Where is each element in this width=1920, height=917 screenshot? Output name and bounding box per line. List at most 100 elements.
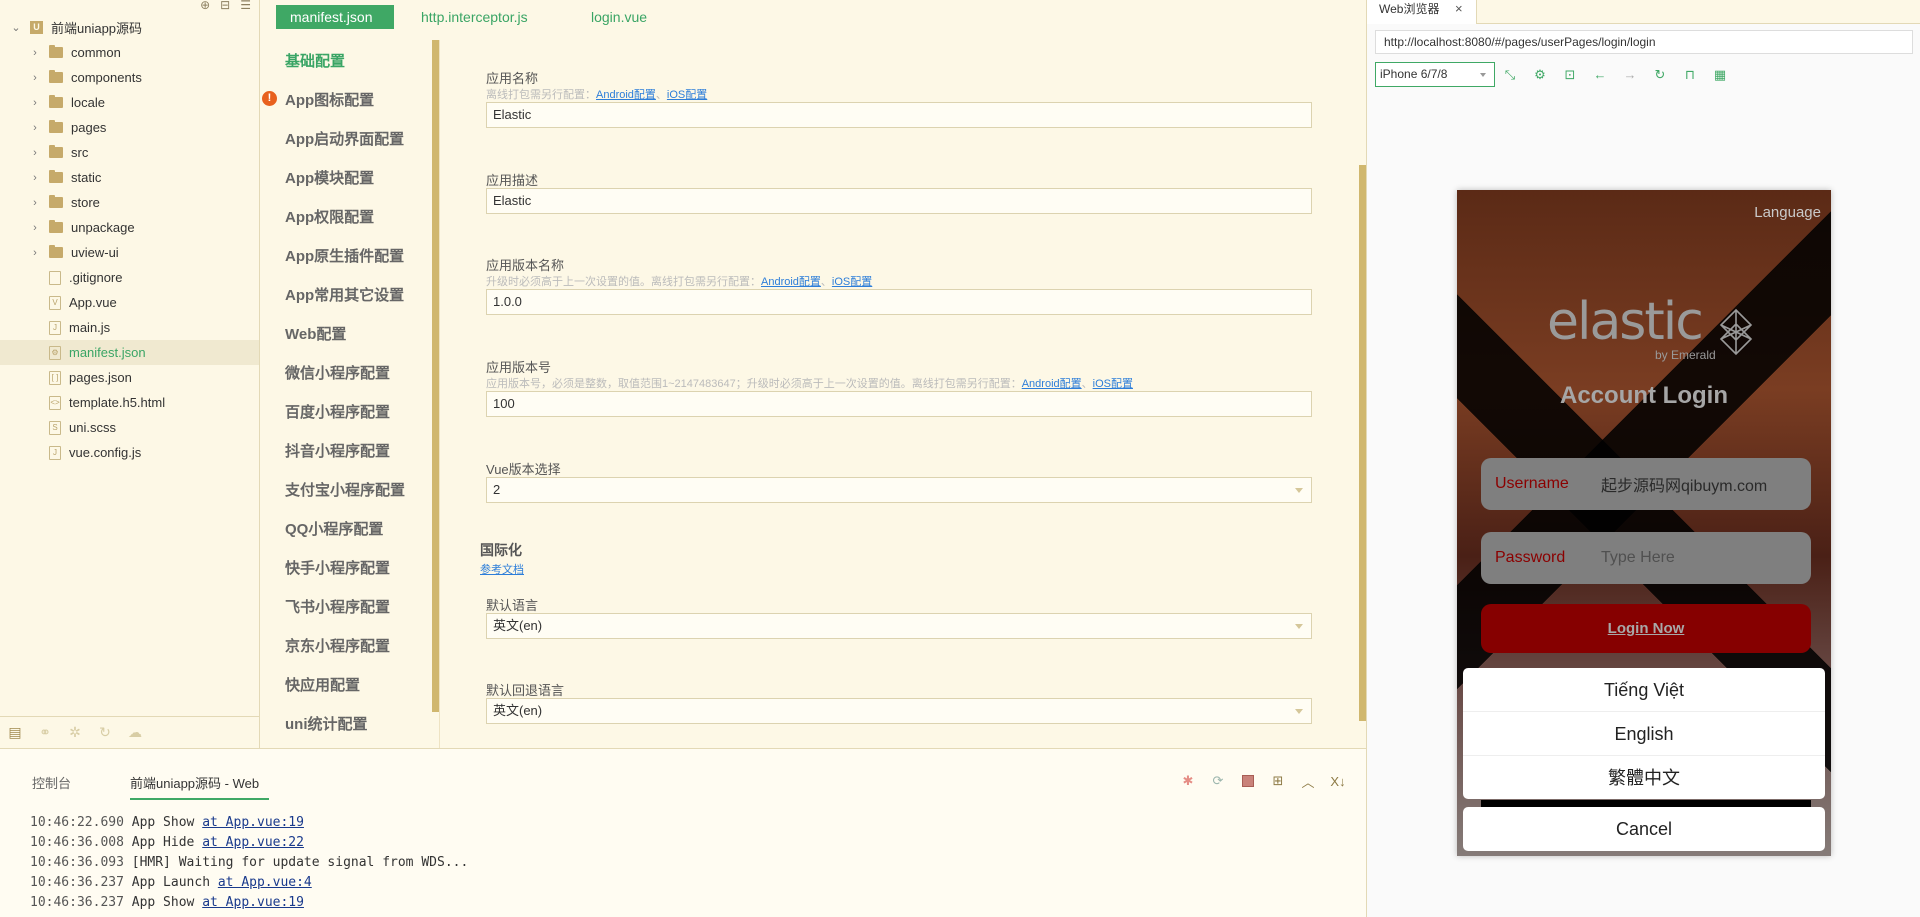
chevron-right-icon[interactable]: › xyxy=(29,97,41,109)
log-source-link[interactable]: at App.vue:19 xyxy=(202,895,304,910)
ios-config-link[interactable]: iOS配置 xyxy=(1093,378,1133,390)
tree-folder-unpackage[interactable]: › unpackage xyxy=(0,215,259,240)
chevron-right-icon[interactable]: › xyxy=(29,172,41,184)
manifest-nav-item[interactable]: App模块配置 xyxy=(285,167,374,188)
chevron-down-icon[interactable]: ⌄ xyxy=(10,22,22,34)
project-manager-icon[interactable]: ▤ xyxy=(0,721,30,745)
settings-icon[interactable]: ⚙ xyxy=(1525,62,1555,87)
git-icon[interactable]: ↻ xyxy=(90,721,120,745)
android-config-link[interactable]: Android配置 xyxy=(761,276,821,288)
chevron-right-icon[interactable]: › xyxy=(29,222,41,234)
reload-icon[interactable]: ↻ xyxy=(1645,62,1675,87)
manifest-nav-item[interactable]: 微信小程序配置 xyxy=(285,362,390,383)
forward-icon[interactable]: → xyxy=(1615,62,1645,87)
vue-version-select[interactable]: 2 xyxy=(486,477,1312,503)
menu-icon[interactable]: ☰ xyxy=(240,0,251,12)
manifest-nav-item[interactable]: 快应用配置 xyxy=(285,674,360,695)
chevron-right-icon[interactable]: › xyxy=(29,122,41,134)
chevron-right-icon[interactable]: › xyxy=(29,72,41,84)
manifest-nav-item[interactable]: 抖音小程序配置 xyxy=(285,440,390,461)
debug-icon[interactable]: ✲ xyxy=(60,721,90,745)
collapse-icon[interactable]: ⊟ xyxy=(220,0,230,12)
log-source-link[interactable]: at App.vue:4 xyxy=(218,875,312,890)
ios-config-link[interactable]: iOS配置 xyxy=(832,276,872,288)
android-config-link[interactable]: Android配置 xyxy=(596,89,656,101)
tree-folder-pages[interactable]: › pages xyxy=(0,115,259,140)
search-icon[interactable]: ⚭ xyxy=(30,721,60,745)
language-option-traditional-chinese[interactable]: 繁體中文 xyxy=(1463,756,1825,799)
manifest-nav-item[interactable]: uni统计配置 xyxy=(285,713,368,734)
manifest-nav-item[interactable]: QQ小程序配置 xyxy=(285,518,383,539)
new-terminal-icon[interactable]: ⊞ xyxy=(1270,773,1286,789)
debug-icon[interactable]: ✱ xyxy=(1180,773,1196,789)
app-desc-input[interactable]: Elastic xyxy=(486,188,1312,214)
manifest-nav-item[interactable]: App启动界面配置 xyxy=(285,128,404,149)
manifest-nav-item[interactable]: 百度小程序配置 xyxy=(285,401,390,422)
console-icon[interactable]: ⊡ xyxy=(1555,62,1585,87)
chevron-right-icon[interactable]: › xyxy=(29,47,41,59)
language-option-vietnamese[interactable]: Tiếng Việt xyxy=(1463,668,1825,712)
rotate-icon[interactable]: ⤡ xyxy=(1495,62,1525,87)
tab-console[interactable]: 控制台 xyxy=(32,773,71,792)
manifest-nav-item[interactable]: 基础配置 xyxy=(285,50,345,71)
unlock-icon[interactable]: ⊓ xyxy=(1675,62,1705,87)
manifest-nav-item[interactable]: App原生插件配置 xyxy=(285,245,404,266)
username-field[interactable]: Username 起步源码网qibuym.com xyxy=(1481,458,1811,510)
tree-folder-components[interactable]: › components xyxy=(0,65,259,90)
log-source-link[interactable]: at App.vue:22 xyxy=(202,835,304,850)
restart-icon[interactable]: ⟳ xyxy=(1210,773,1226,789)
tree-file[interactable]: Jvue.config.js xyxy=(0,440,259,465)
clear-icon[interactable]: X↓ xyxy=(1330,773,1346,789)
default-locale-select[interactable]: 英文(en) xyxy=(486,613,1312,639)
language-link[interactable]: Language xyxy=(1754,204,1821,221)
collapse-up-icon[interactable]: ︿ xyxy=(1300,773,1316,790)
tab-manifest-json[interactable]: manifest.json xyxy=(276,5,394,29)
tree-folder-static[interactable]: › static xyxy=(0,165,259,190)
tab-web-console[interactable]: 前端uniapp源码 - Web xyxy=(130,773,270,800)
manifest-nav-item[interactable]: 飞书小程序配置 xyxy=(285,596,390,617)
manifest-nav-item[interactable]: App常用其它设置 xyxy=(285,284,404,305)
cloud-icon[interactable]: ☁ xyxy=(120,721,150,745)
version-name-input[interactable]: 1.0.0 xyxy=(486,289,1312,315)
tab-login-vue[interactable]: login.vue xyxy=(577,5,661,29)
nav-scrollbar[interactable] xyxy=(432,40,439,712)
tree-folder-store[interactable]: › store xyxy=(0,190,259,215)
manifest-nav-item[interactable]: Web配置 xyxy=(285,323,346,344)
version-code-input[interactable]: 100 xyxy=(486,391,1312,417)
tree-file[interactable]: .gitignore xyxy=(0,265,259,290)
manifest-nav-item[interactable]: 支付宝小程序配置 xyxy=(285,479,405,500)
language-option-english[interactable]: English xyxy=(1463,712,1825,756)
tree-file[interactable]: <> template.h5.html xyxy=(0,390,259,415)
i18n-doc-link[interactable]: 参考文档 xyxy=(480,561,524,577)
tree-project-root[interactable]: ⌄ U 前端uniapp源码 xyxy=(0,15,259,40)
manifest-nav-item[interactable]: 快手小程序配置 xyxy=(285,557,390,578)
back-icon[interactable]: ← xyxy=(1585,62,1615,87)
password-field[interactable]: Password Type Here xyxy=(1481,532,1811,584)
ios-config-link[interactable]: iOS配置 xyxy=(667,89,707,101)
chevron-right-icon[interactable]: › xyxy=(29,247,41,259)
android-config-link[interactable]: Android配置 xyxy=(1022,378,1082,390)
tree-folder-src[interactable]: › src xyxy=(0,140,259,165)
tree-folder-locale[interactable]: › locale xyxy=(0,90,259,115)
log-source-link[interactable]: at App.vue:19 xyxy=(202,815,304,830)
device-select[interactable]: iPhone 6/7/8 xyxy=(1375,62,1495,87)
tree-file[interactable]: V App.vue xyxy=(0,290,259,315)
stop-icon[interactable] xyxy=(1240,773,1256,789)
chevron-right-icon[interactable]: › xyxy=(29,147,41,159)
fallback-locale-select[interactable]: 英文(en) xyxy=(486,698,1312,724)
action-sheet-cancel-button[interactable]: Cancel xyxy=(1463,807,1825,851)
qrcode-icon[interactable]: ▦ xyxy=(1705,62,1735,87)
tree-file[interactable]: Jmain.js xyxy=(0,315,259,340)
tree-file[interactable]: ⚙ manifest.json xyxy=(0,340,259,365)
browser-tab[interactable]: Web浏览器 × xyxy=(1367,0,1477,24)
tree-folder-uview-ui[interactable]: › uview-ui xyxy=(0,240,259,265)
manifest-nav-item[interactable]: App权限配置 xyxy=(285,206,374,227)
close-icon[interactable]: × xyxy=(1455,0,1463,18)
chevron-right-icon[interactable]: › xyxy=(29,197,41,209)
tree-file[interactable]: Suni.scss xyxy=(0,415,259,440)
tree-folder-common[interactable]: › common xyxy=(0,40,259,65)
login-now-button[interactable]: Login Now xyxy=(1481,604,1811,653)
app-name-input[interactable]: Elastic xyxy=(486,102,1312,128)
form-scrollbar[interactable] xyxy=(1359,165,1366,721)
locate-icon[interactable]: ⊕ xyxy=(200,0,210,12)
